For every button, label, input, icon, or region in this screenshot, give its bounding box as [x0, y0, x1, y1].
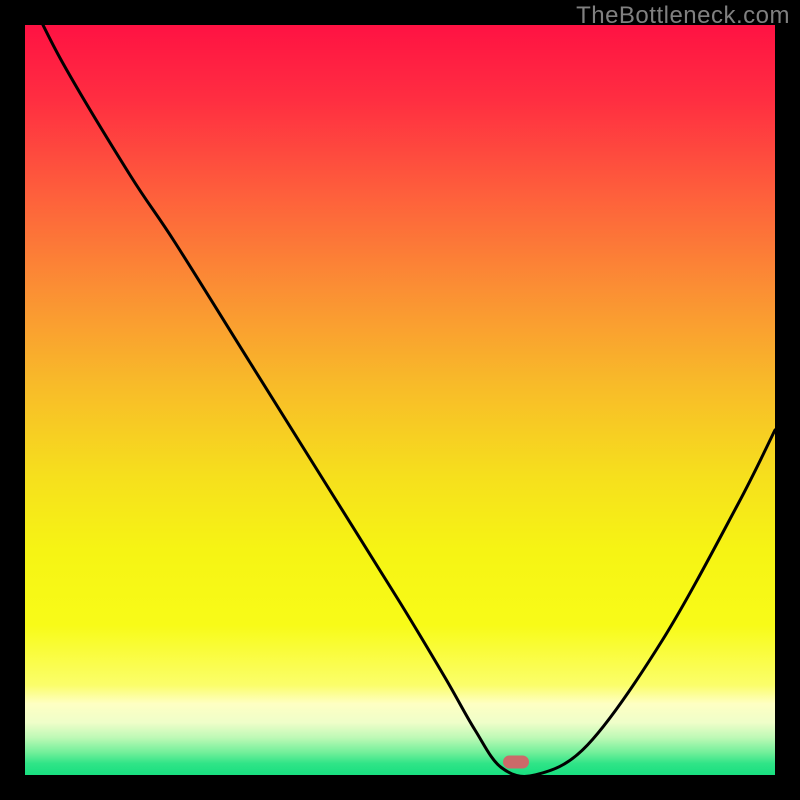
curve-layer — [25, 25, 775, 775]
plot-area — [25, 25, 775, 775]
chart-frame: TheBottleneck.com — [0, 0, 800, 800]
optimum-marker — [503, 755, 529, 768]
bottleneck-curve-path — [25, 25, 775, 775]
